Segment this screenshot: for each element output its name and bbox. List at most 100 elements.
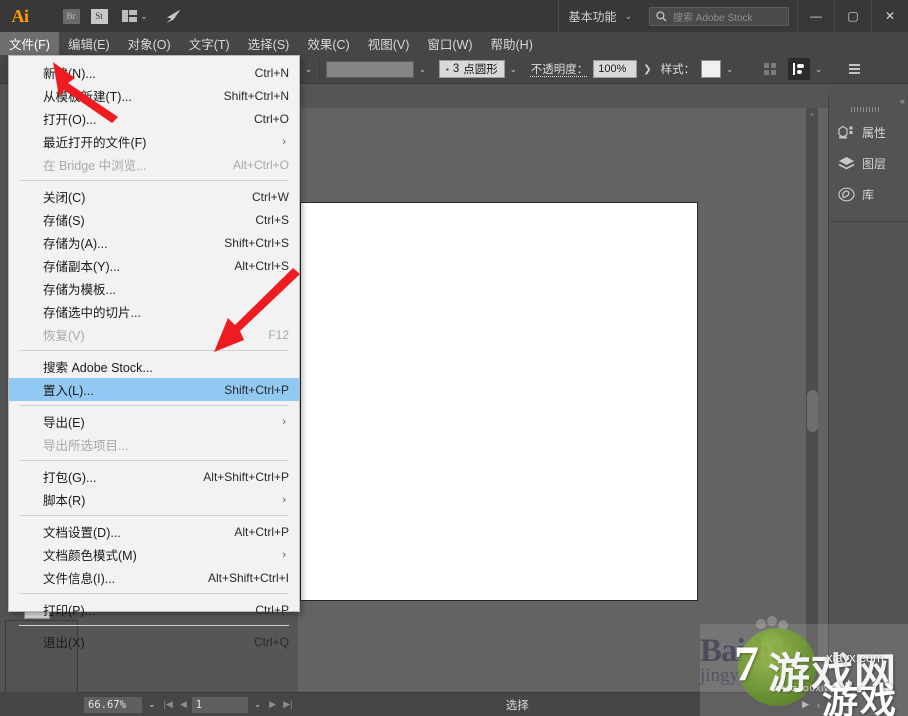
artboard[interactable] xyxy=(300,202,698,601)
file-menu-item[interactable]: 打印(P)... Ctrl+P xyxy=(9,598,299,621)
file-menu-item[interactable]: 存储副本(Y)... Alt+Ctrl+S xyxy=(9,254,299,277)
file-menu-item[interactable]: 最近打开的文件(F) › xyxy=(9,130,299,153)
file-menu-item[interactable]: 文件信息(I)... Alt+Shift+Ctrl+I xyxy=(9,566,299,589)
stock-search-field[interactable]: 搜索 Adobe Stock xyxy=(649,6,789,26)
file-menu-item-shortcut: Alt+Shift+Ctrl+I xyxy=(207,570,289,585)
file-menu-item-shortcut: Alt+Ctrl+S xyxy=(234,258,289,273)
menu-window[interactable]: 窗口(W) xyxy=(418,32,481,55)
launch-button[interactable] xyxy=(158,5,188,27)
file-menu-item: 导出所选项目... xyxy=(9,433,299,456)
fill-chevron-down-icon[interactable]: ⌄ xyxy=(414,59,431,79)
file-menu-separator xyxy=(19,180,289,181)
align-chevron-down-icon[interactable]: ⌄ xyxy=(810,59,827,79)
file-menu-item[interactable]: 搜索 Adobe Stock... xyxy=(9,355,299,378)
artboard-number-field[interactable]: 1 xyxy=(191,696,248,713)
close-button[interactable]: ✕ xyxy=(871,0,908,32)
file-menu-item[interactable]: 置入(L)... Shift+Ctrl+P xyxy=(9,378,299,401)
file-menu-item-label: 文档颜色模式(M) xyxy=(43,549,137,563)
menu-file[interactable]: 文件(F) xyxy=(0,32,59,55)
menu-help[interactable]: 帮助(H) xyxy=(482,32,542,55)
arrange-documents-button[interactable]: ⌄ xyxy=(114,5,156,27)
fill-color-swatch[interactable] xyxy=(326,60,414,78)
file-menu-item-label: 脚本(R) xyxy=(43,494,86,508)
file-menu-item: 恢复(V) F12 xyxy=(9,323,299,346)
panel-tab-layers[interactable]: 图层 xyxy=(829,148,908,179)
file-menu-dropdown[interactable]: 新建(N)... Ctrl+N 从模板新建(T)... Shift+Ctrl+N 打开(… xyxy=(8,55,300,650)
vertical-scrollbar-thumb[interactable] xyxy=(807,390,818,432)
right-dock-panel: « 属性 图层 库 xyxy=(828,95,908,692)
document-options-icon[interactable] xyxy=(849,64,861,74)
watermark-haze xyxy=(700,624,908,716)
panel-tab-libraries[interactable]: 库 xyxy=(829,179,908,210)
panel-tab-label: 图层 xyxy=(862,157,887,171)
titlebar-right-group: 基本功能 ⌄ 搜索 Adobe Stock — ▢ ✕ xyxy=(558,0,908,32)
opacity-label: 不透明度： xyxy=(530,64,589,76)
file-menu-item[interactable]: 退出(X) Ctrl+Q xyxy=(9,630,299,653)
minimize-button[interactable]: — xyxy=(797,0,834,32)
menu-object[interactable]: 对象(O) xyxy=(119,32,180,55)
file-menu-item-shortcut: Shift+Ctrl+N xyxy=(223,88,289,103)
file-menu-item: 在 Bridge 中浏览... Alt+Ctrl+O xyxy=(9,153,299,176)
next-artboard-icon[interactable]: ▶ xyxy=(269,699,276,710)
chevron-down-icon: ⌄ xyxy=(140,10,148,21)
file-menu-item[interactable]: 存储(S) Ctrl+S xyxy=(9,208,299,231)
stroke-dot-icon: ▪ xyxy=(446,64,449,74)
file-menu-item[interactable]: 从模板新建(T)... Shift+Ctrl+N xyxy=(9,84,299,107)
file-menu-item[interactable]: 脚本(R) › xyxy=(9,488,299,511)
opacity-input[interactable]: 100% xyxy=(593,60,638,78)
last-artboard-icon[interactable]: ▶| xyxy=(283,699,292,710)
file-menu-item[interactable]: 文档颜色模式(M) › xyxy=(9,543,299,566)
file-menu-item[interactable]: 导出(E) › xyxy=(9,410,299,433)
file-menu-item-shortcut: F12 xyxy=(268,327,289,342)
chevron-right-icon: › xyxy=(282,415,286,428)
right-dock-items: 属性 图层 库 xyxy=(829,117,908,210)
transform-grid-icon[interactable] xyxy=(764,63,777,75)
no-selection-chevron-icon[interactable]: ⌄ xyxy=(298,59,320,79)
file-menu-item[interactable]: 存储选中的切片... xyxy=(9,300,299,323)
illustrator-window: Ai Br St ⌄ 基本功能 ⌄ 搜索 Adobe Stock — ▢ ✕ 文… xyxy=(0,0,908,716)
properties-icon xyxy=(838,125,853,139)
file-menu-item[interactable]: 打包(G)... Alt+Shift+Ctrl+P xyxy=(9,465,299,488)
prev-artboard-icon[interactable]: ◀ xyxy=(180,699,187,710)
menu-effect[interactable]: 效果(C) xyxy=(298,32,358,55)
file-menu-item[interactable]: 新建(N)... Ctrl+N xyxy=(9,61,299,84)
menu-edit[interactable]: 编辑(E) xyxy=(59,32,119,55)
scroll-up-icon[interactable]: ^ xyxy=(806,110,818,122)
menu-select[interactable]: 选择(S) xyxy=(239,32,299,55)
align-button[interactable] xyxy=(788,58,811,80)
file-menu-item-shortcut: Ctrl+S xyxy=(255,212,289,227)
file-menu-item-label: 新建(N)... xyxy=(43,67,96,81)
bridge-button[interactable]: Br xyxy=(58,5,84,27)
file-menu-item[interactable]: 存储为(A)... Shift+Ctrl+S xyxy=(9,231,299,254)
graphic-style-swatch[interactable] xyxy=(701,60,722,78)
style-chevron-down-icon[interactable]: ⌄ xyxy=(721,59,738,79)
opacity-flyout-arrow-icon[interactable]: ❯ xyxy=(643,64,651,75)
menu-bar: 文件(F) 编辑(E) 对象(O) 文字(T) 选择(S) 效果(C) 视图(V… xyxy=(0,32,908,55)
file-menu-separator xyxy=(19,515,289,516)
artboard-chevron-down-icon[interactable]: ⌄ xyxy=(248,699,268,710)
zoom-chevron-down-icon[interactable]: ⌄ xyxy=(142,699,162,710)
file-menu-item-shortcut: Shift+Ctrl+P xyxy=(224,382,289,397)
stroke-profile-field[interactable]: ▪ 3 点圆形 xyxy=(439,60,505,78)
zoom-level-field[interactable]: 66.67% xyxy=(84,696,142,713)
align-icon xyxy=(793,63,805,75)
menu-type[interactable]: 文字(T) xyxy=(180,32,239,55)
collapse-panel-icon[interactable]: « xyxy=(900,96,905,106)
panel-tab-properties[interactable]: 属性 xyxy=(829,117,908,148)
panel-grip[interactable] xyxy=(851,107,881,112)
file-menu-item-label: 从模板新建(T)... xyxy=(43,90,132,104)
file-menu-item[interactable]: 文档设置(D)... Alt+Ctrl+P xyxy=(9,520,299,543)
file-menu-item-label: 存储(S) xyxy=(43,214,85,228)
menu-view[interactable]: 视图(V) xyxy=(359,32,419,55)
stock-button[interactable]: St xyxy=(86,5,112,27)
file-menu-item-shortcut: Alt+Ctrl+P xyxy=(234,524,289,539)
file-menu-item[interactable]: 打开(O)... Ctrl+O xyxy=(9,107,299,130)
file-menu-item[interactable]: 关闭(C) Ctrl+W xyxy=(9,185,299,208)
stroke-chevron-down-icon[interactable]: ⌄ xyxy=(505,59,522,79)
first-artboard-icon[interactable]: |◀ xyxy=(164,699,173,710)
maximize-button[interactable]: ▢ xyxy=(834,0,871,32)
file-menu-item[interactable]: 存储为模板... xyxy=(9,277,299,300)
chevron-right-icon: › xyxy=(282,493,286,506)
workspace-switcher[interactable]: 基本功能 ⌄ xyxy=(558,0,641,32)
file-menu-item-shortcut: Ctrl+W xyxy=(252,189,289,204)
